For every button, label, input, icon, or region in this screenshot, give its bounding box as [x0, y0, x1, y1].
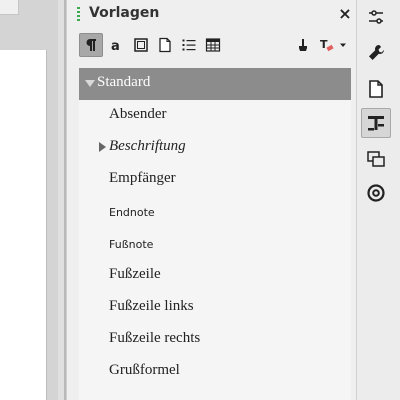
frame-styles-button[interactable]: [129, 33, 153, 57]
character-styles-icon: a: [111, 39, 120, 53]
style-label: Fußzeile links: [109, 298, 194, 314]
style-label: Endnote: [109, 206, 155, 219]
style-label: Fußzeile: [109, 266, 161, 282]
style-item-absender[interactable]: Absender: [79, 100, 351, 132]
frame-styles-icon: [134, 38, 148, 52]
document-corner: [0, 0, 19, 15]
styles-icon: [368, 116, 384, 131]
styles-list[interactable]: Standard Absender Beschriftung Empfänger…: [79, 68, 351, 400]
paragraph-styles-button[interactable]: [79, 33, 103, 57]
character-styles-button[interactable]: a: [105, 33, 129, 57]
style-label: Empfänger: [109, 170, 176, 186]
page-styles-icon: [159, 37, 171, 53]
collapse-triangle-icon[interactable]: [85, 80, 95, 87]
fill-format-mode-button[interactable]: [291, 33, 315, 57]
chevron-down-icon: [340, 43, 346, 47]
sidebar-tabbar: [356, 0, 400, 400]
style-label: Fußzeile rechts: [109, 330, 201, 346]
style-item-fusszeile-links[interactable]: Fußzeile links: [79, 292, 351, 324]
wrench-icon: [369, 45, 384, 60]
sidebar-settings-icon: [369, 10, 383, 24]
fill-format-mode-icon: [299, 39, 307, 51]
style-item-empfaenger[interactable]: Empfänger: [79, 164, 351, 196]
tab-navigator[interactable]: [361, 178, 391, 208]
close-icon[interactable]: ×: [337, 6, 353, 22]
style-item-fusszeile[interactable]: Fußzeile: [79, 260, 351, 292]
paragraph-styles-icon: [86, 39, 96, 51]
style-label: Standard: [97, 74, 151, 90]
style-item-endnote[interactable]: Endnote: [79, 196, 351, 228]
list-styles-button[interactable]: [177, 33, 201, 57]
writer-window: Vorlagen × a T Standard Absender Beschri…: [0, 0, 400, 400]
navigator-icon: [367, 184, 385, 202]
new-style-dropdown[interactable]: [337, 33, 349, 57]
gallery-icon: [367, 151, 385, 167]
new-style-button[interactable]: T: [315, 33, 339, 57]
page-styles-button[interactable]: [153, 33, 177, 57]
style-label: Beschriftung: [109, 138, 186, 154]
styles-toolbar: a T: [67, 32, 357, 60]
table-styles-icon: [205, 38, 221, 52]
new-style-icon: T: [320, 38, 334, 52]
list-styles-icon: [182, 39, 196, 51]
style-item-fussnote[interactable]: Fußnote: [79, 228, 351, 260]
document-area[interactable]: [0, 0, 58, 400]
style-item-standard[interactable]: Standard: [79, 68, 351, 100]
expand-triangle-icon[interactable]: [99, 142, 106, 152]
styles-deck: Vorlagen × a T Standard Absender Beschri…: [66, 0, 357, 400]
svg-text:a: a: [111, 39, 120, 53]
svg-text:T: T: [320, 38, 328, 51]
style-item-grussformel[interactable]: Grußformel: [79, 356, 351, 388]
style-item-beschriftung[interactable]: Beschriftung: [79, 132, 351, 164]
style-item-fusszeile-rechts[interactable]: Fußzeile rechts: [79, 324, 351, 356]
style-label: Fußnote: [109, 238, 154, 251]
style-label: Absender: [109, 106, 167, 122]
tab-properties[interactable]: [361, 38, 391, 68]
tab-gallery[interactable]: [361, 144, 391, 174]
tab-page[interactable]: [361, 74, 391, 104]
style-label: Grußformel: [109, 362, 180, 378]
document-page[interactable]: [0, 50, 47, 400]
page-icon: [369, 80, 383, 98]
tab-styles[interactable]: [361, 108, 391, 138]
deck-header: Vorlagen ×: [67, 0, 357, 30]
deck-title: Vorlagen: [89, 5, 160, 21]
deck-grip-handle[interactable]: [77, 7, 80, 21]
sidebar-settings-button[interactable]: [361, 2, 391, 32]
table-styles-button[interactable]: [201, 33, 225, 57]
